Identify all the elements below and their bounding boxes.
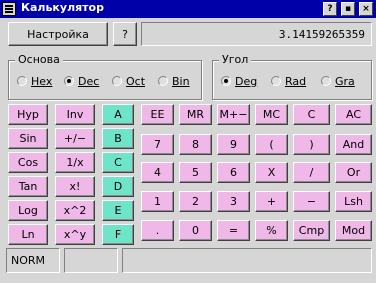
radio-indicator [158, 76, 168, 86]
digit-6-key[interactable]: 6 [217, 162, 250, 183]
close-button[interactable]: × [359, 2, 373, 16]
hex-a-key[interactable]: A [102, 104, 134, 125]
mc-key[interactable]: MC [255, 104, 288, 125]
digit-8-key[interactable]: 8 [179, 134, 212, 155]
radio-label: Gra [335, 74, 355, 88]
minimize-button[interactable]: ▪ [341, 2, 355, 16]
base-group-title: Основа [15, 53, 63, 66]
cmp-key[interactable]: Cmp [293, 220, 330, 241]
radio-indicator [321, 76, 331, 86]
square-key[interactable]: x^2 [55, 200, 95, 221]
status-memory [64, 248, 118, 273]
digit-1-key[interactable]: 1 [141, 191, 174, 212]
minus-key[interactable]: − [293, 191, 330, 212]
digit-7-key[interactable]: 7 [141, 134, 174, 155]
angle-group: Угол Deg Rad Gra [212, 53, 372, 100]
hex-f-key[interactable]: F [102, 224, 134, 245]
radio-hex[interactable]: Hex [17, 74, 52, 88]
radio-indicator [112, 76, 122, 86]
and-key[interactable]: And [335, 134, 372, 155]
sin-key[interactable]: Sin [8, 128, 48, 149]
mod-key[interactable]: Mod [335, 220, 372, 241]
radio-label: Oct [126, 74, 146, 88]
result-display: 3.14159265359 [141, 22, 372, 46]
radio-indicator [221, 76, 231, 86]
radio-indicator [17, 76, 27, 86]
radio-gra[interactable]: Gra [321, 74, 355, 88]
base-group: Основа Hex Dec Oct Bin [8, 53, 202, 100]
title-bar[interactable]: Калькулятор ? ▪ × [0, 0, 376, 18]
decimal-point-key[interactable]: . [141, 220, 174, 241]
radio-label: Deg [235, 74, 258, 88]
radio-label: Bin [172, 74, 190, 88]
radio-label: Hex [31, 74, 53, 88]
hex-d-key[interactable]: D [102, 176, 134, 197]
m-plus-minus-key[interactable]: M+− [217, 104, 250, 125]
ee-key[interactable]: EE [141, 104, 174, 125]
radio-oct[interactable]: Oct [112, 74, 145, 88]
status-info [122, 248, 372, 273]
divide-key[interactable]: / [293, 162, 330, 183]
window-menu-icon[interactable] [2, 2, 16, 16]
hex-c-key[interactable]: C [102, 152, 134, 173]
equals-key[interactable]: = [217, 220, 250, 241]
cos-key[interactable]: Cos [8, 152, 48, 173]
digit-2-key[interactable]: 2 [179, 191, 212, 212]
plus-key[interactable]: + [255, 191, 288, 212]
clear-key[interactable]: C [293, 104, 330, 125]
calculator-window: Калькулятор ? ▪ × Настройка ? 3.14159265… [0, 0, 376, 283]
radio-indicator [271, 76, 281, 86]
help-button[interactable]: ? [113, 22, 137, 46]
or-key[interactable]: Or [335, 162, 372, 183]
digit-3-key[interactable]: 3 [217, 191, 250, 212]
all-clear-key[interactable]: AC [335, 104, 372, 125]
inv-key[interactable]: Inv [55, 104, 95, 125]
digit-5-key[interactable]: 5 [179, 162, 212, 183]
ln-key[interactable]: Ln [8, 224, 48, 245]
factorial-key[interactable]: x! [55, 176, 95, 197]
digit-9-key[interactable]: 9 [217, 134, 250, 155]
help-title-button[interactable]: ? [323, 2, 337, 16]
radio-deg[interactable]: Deg [221, 74, 257, 88]
radio-label: Rad [285, 74, 307, 88]
close-paren-key[interactable]: ) [293, 134, 330, 155]
radio-bin[interactable]: Bin [158, 74, 190, 88]
multiply-key[interactable]: X [255, 162, 288, 183]
tan-key[interactable]: Tan [8, 176, 48, 197]
digit-4-key[interactable]: 4 [141, 162, 174, 183]
power-key[interactable]: x^y [55, 224, 95, 245]
open-paren-key[interactable]: ( [255, 134, 288, 155]
radio-indicator [64, 76, 74, 86]
radio-rad[interactable]: Rad [271, 74, 306, 88]
reciprocal-key[interactable]: 1/x [55, 152, 95, 173]
radio-dec[interactable]: Dec [64, 74, 99, 88]
mr-key[interactable]: MR [179, 104, 212, 125]
hyp-key[interactable]: Hyp [8, 104, 48, 125]
settings-button[interactable]: Настройка [8, 22, 108, 46]
angle-group-title: Угол [219, 53, 252, 66]
hex-e-key[interactable]: E [102, 200, 134, 221]
radio-label: Dec [78, 74, 100, 88]
window-title: Калькулятор [21, 1, 104, 14]
lsh-key[interactable]: Lsh [335, 191, 372, 212]
hex-b-key[interactable]: B [102, 128, 134, 149]
digit-0-key[interactable]: 0 [179, 220, 212, 241]
sign-toggle-key[interactable]: +/− [55, 128, 95, 149]
log-key[interactable]: Log [8, 200, 48, 221]
status-mode: NORM [6, 248, 60, 273]
percent-key[interactable]: % [255, 220, 288, 241]
